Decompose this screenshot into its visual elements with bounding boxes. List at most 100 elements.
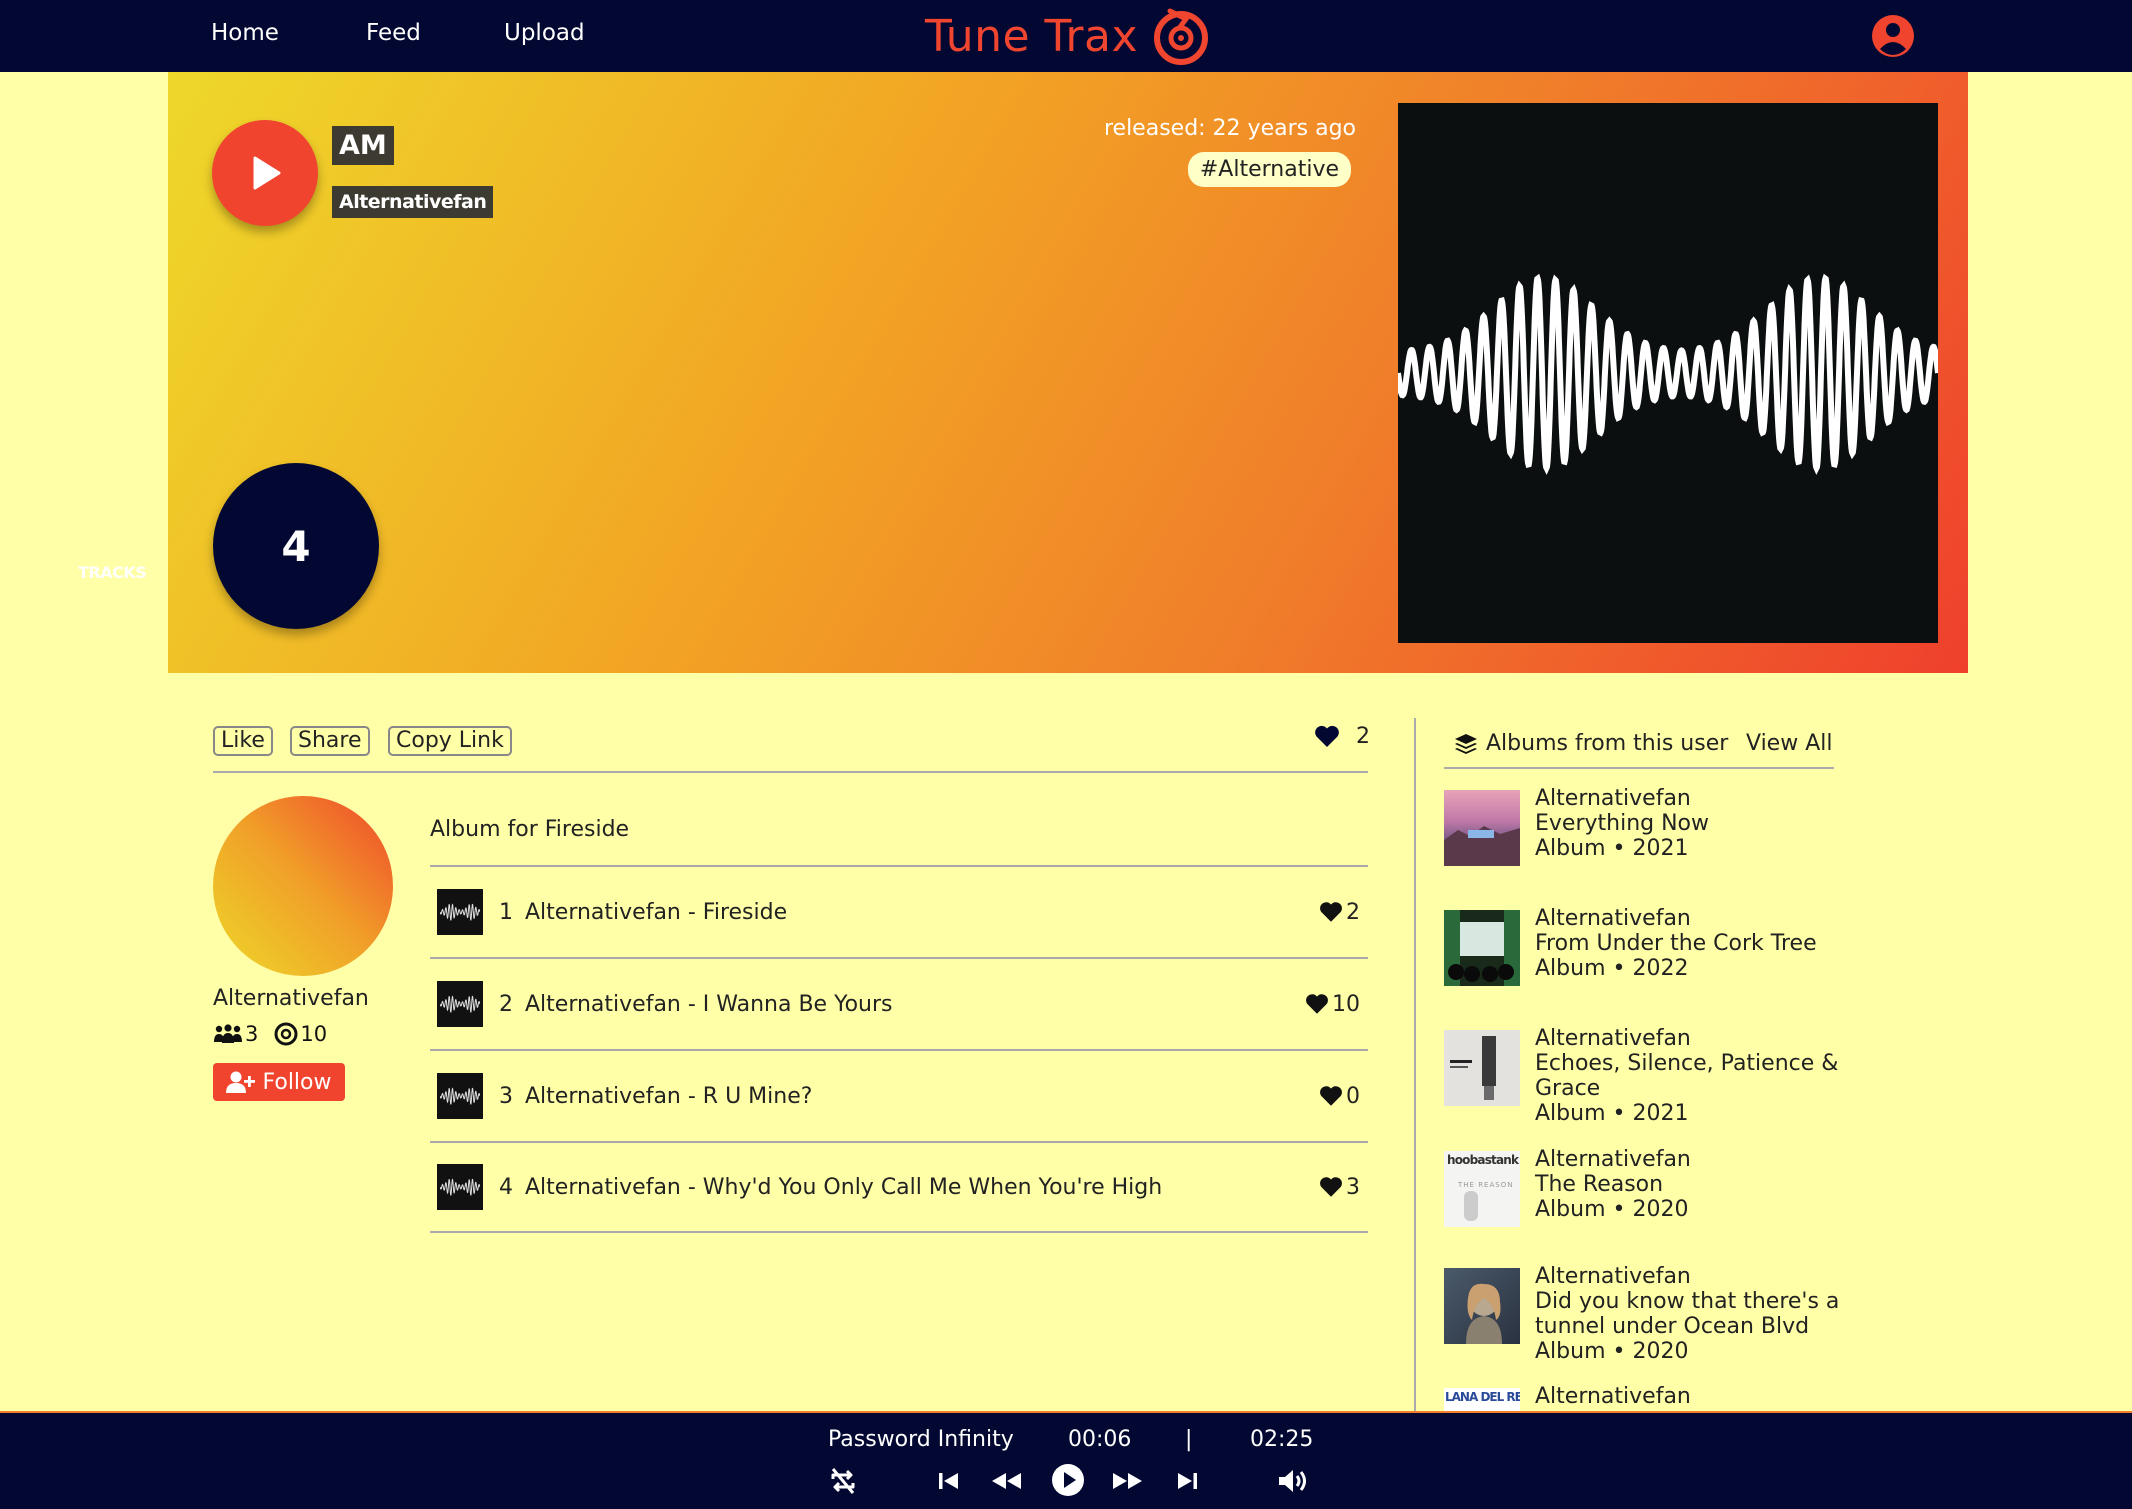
album-info: Alternativefan The Reason Album • 2020 — [1535, 1147, 1845, 1222]
brand-logo-link[interactable]: Tune Trax — [925, 6, 1212, 66]
album-description: Album for Fireside — [430, 817, 630, 842]
copy-link-button[interactable]: Copy Link — [388, 726, 512, 756]
soundwave-cover-image — [1395, 273, 1941, 475]
album-meta: Album • 2021 — [1535, 836, 1689, 861]
repeat-off-icon[interactable] — [827, 1465, 859, 1497]
track-thumbnail — [437, 981, 483, 1027]
audio-player-bar: Password Infinity 00:06 | 02:25 — [0, 1411, 2132, 1509]
volume-icon[interactable] — [1276, 1465, 1310, 1497]
cover-figure-image — [1464, 1191, 1478, 1221]
profile-username[interactable]: Alternativefan — [213, 986, 369, 1011]
nav-upload-link[interactable]: Upload — [504, 20, 585, 46]
rewind-icon[interactable] — [990, 1465, 1024, 1497]
album-artist-link[interactable]: Alternativefan — [332, 186, 494, 218]
elapsed-time: 00:06 — [1068, 1427, 1132, 1452]
record-icon — [274, 1022, 298, 1046]
user-account-icon[interactable] — [1870, 13, 1916, 59]
album-title: AM — [332, 126, 394, 165]
track-row[interactable]: 4 Alternativefan - Why'd You Only Call M… — [430, 1141, 1368, 1233]
play-icon[interactable] — [1050, 1462, 1086, 1498]
play-icon — [253, 156, 281, 190]
fast-forward-icon[interactable] — [1110, 1465, 1144, 1497]
album-title: Did you know that there's a tunnel under… — [1535, 1289, 1840, 1339]
track-title: Alternativefan - Why'd You Only Call Me … — [525, 1174, 1163, 1200]
nav-home-link[interactable]: Home — [211, 20, 279, 46]
album-cover-image — [1444, 826, 1520, 866]
track-likes[interactable]: 10 — [1305, 992, 1360, 1017]
skip-forward-icon[interactable] — [1172, 1465, 1202, 1497]
track-title: Alternativefan - R U Mine? — [525, 1083, 813, 1109]
track-like-count: 2 — [1346, 899, 1360, 925]
track-number: 4 — [499, 1174, 513, 1200]
track-row[interactable]: 1 Alternativefan - Fireside 2 — [430, 865, 1368, 957]
album-info: Alternativefan Everything Now Album • 20… — [1535, 786, 1845, 861]
follow-button[interactable]: Follow — [213, 1063, 345, 1101]
album-meta: Album • 2022 — [1535, 956, 1689, 981]
track-likes[interactable]: 2 — [1319, 900, 1360, 925]
track-title: Alternativefan - Fireside — [525, 899, 788, 925]
heart-icon — [1320, 1086, 1342, 1106]
album-like-count: 2 — [1356, 724, 1370, 749]
album-artist: Alternativefan — [1535, 1147, 1691, 1172]
album-info: Alternativefan Did you know that there's… — [1535, 1264, 1845, 1364]
track-likes[interactable]: 0 — [1319, 1084, 1360, 1109]
album-thumbnail — [1444, 1268, 1520, 1344]
followers-icon — [214, 1024, 242, 1043]
soundwave-line — [440, 995, 480, 1013]
track-thumbnail — [437, 889, 483, 935]
genre-tag[interactable]: #Alternative — [1187, 152, 1351, 187]
album-thumbnail — [1444, 790, 1520, 866]
followers-count: 3 — [245, 1022, 259, 1046]
track-number: 3 — [499, 1083, 513, 1109]
cover-artist-text: LANA DEL REY — [1445, 1390, 1520, 1404]
album-artist: Alternativefan — [1535, 1026, 1691, 1051]
album-meta: Album • 2020 — [1535, 1197, 1689, 1222]
sidebar-divider-vertical — [1414, 718, 1416, 1413]
now-playing-title: Password Infinity — [828, 1427, 1014, 1452]
user-plus-icon — [226, 1071, 256, 1093]
track-row[interactable]: 2 Alternativefan - I Wanna Be Yours 10 — [430, 957, 1368, 1049]
nav-feed-link[interactable]: Feed — [366, 20, 421, 46]
soundwave-line — [440, 1178, 480, 1196]
track-row[interactable]: 3 Alternativefan - R U Mine? 0 — [430, 1049, 1368, 1141]
album-title: Everything Now — [1535, 811, 1710, 836]
album-artist: Alternativefan — [1535, 786, 1691, 811]
album-info: Alternativefan From Under the Cork Tree … — [1535, 906, 1845, 981]
top-navbar: Home Feed Upload Tune Trax — [0, 0, 2132, 72]
share-button[interactable]: Share — [290, 726, 370, 756]
album-meta: Album • 2020 — [1535, 1339, 1689, 1364]
brand-name: Tune Trax — [925, 10, 1139, 62]
track-likes[interactable]: 3 — [1319, 1175, 1360, 1200]
brand-logo-icon — [1154, 8, 1209, 65]
album-meta: Album • 2021 — [1535, 1101, 1689, 1126]
track-count-badge: 4 — [213, 463, 379, 629]
track-number: 1 — [499, 899, 513, 925]
album-title: Echoes, Silence, Patience & Grace — [1535, 1051, 1839, 1101]
sidebar-title: Albums from this user — [1486, 731, 1729, 756]
album-info: Alternativefan — [1535, 1384, 1845, 1409]
album-thumbnail: hoobastank THE REASON — [1444, 1151, 1520, 1227]
track-number: 2 — [499, 991, 513, 1017]
skip-back-icon[interactable] — [934, 1465, 964, 1497]
view-all-link[interactable]: View All — [1746, 731, 1832, 756]
album-likes: 2 — [1314, 724, 1370, 749]
heart-icon — [1320, 1177, 1342, 1197]
heart-icon — [1306, 994, 1328, 1014]
album-title: The Reason — [1535, 1172, 1664, 1197]
soundwave-line — [440, 903, 480, 921]
user-avatar[interactable] — [213, 796, 393, 976]
duration-time: 02:25 — [1250, 1427, 1314, 1452]
album-play-button[interactable] — [212, 120, 318, 226]
track-thumbnail — [437, 1073, 483, 1119]
like-button[interactable]: Like — [213, 726, 273, 756]
album-title: From Under the Cork Tree — [1535, 931, 1817, 956]
album-artist: Alternativefan — [1535, 1264, 1691, 1289]
album-thumbnail — [1444, 1030, 1520, 1106]
track-thumbnail — [437, 1164, 483, 1210]
track-list: 1 Alternativefan - Fireside 2 2 Alternat… — [430, 865, 1368, 1233]
sidebar-divider — [1444, 767, 1834, 769]
follow-label: Follow — [262, 1069, 332, 1095]
track-like-count: 0 — [1346, 1083, 1360, 1109]
album-info: Alternativefan Echoes, Silence, Patience… — [1535, 1026, 1845, 1126]
time-separator: | — [1185, 1427, 1193, 1452]
